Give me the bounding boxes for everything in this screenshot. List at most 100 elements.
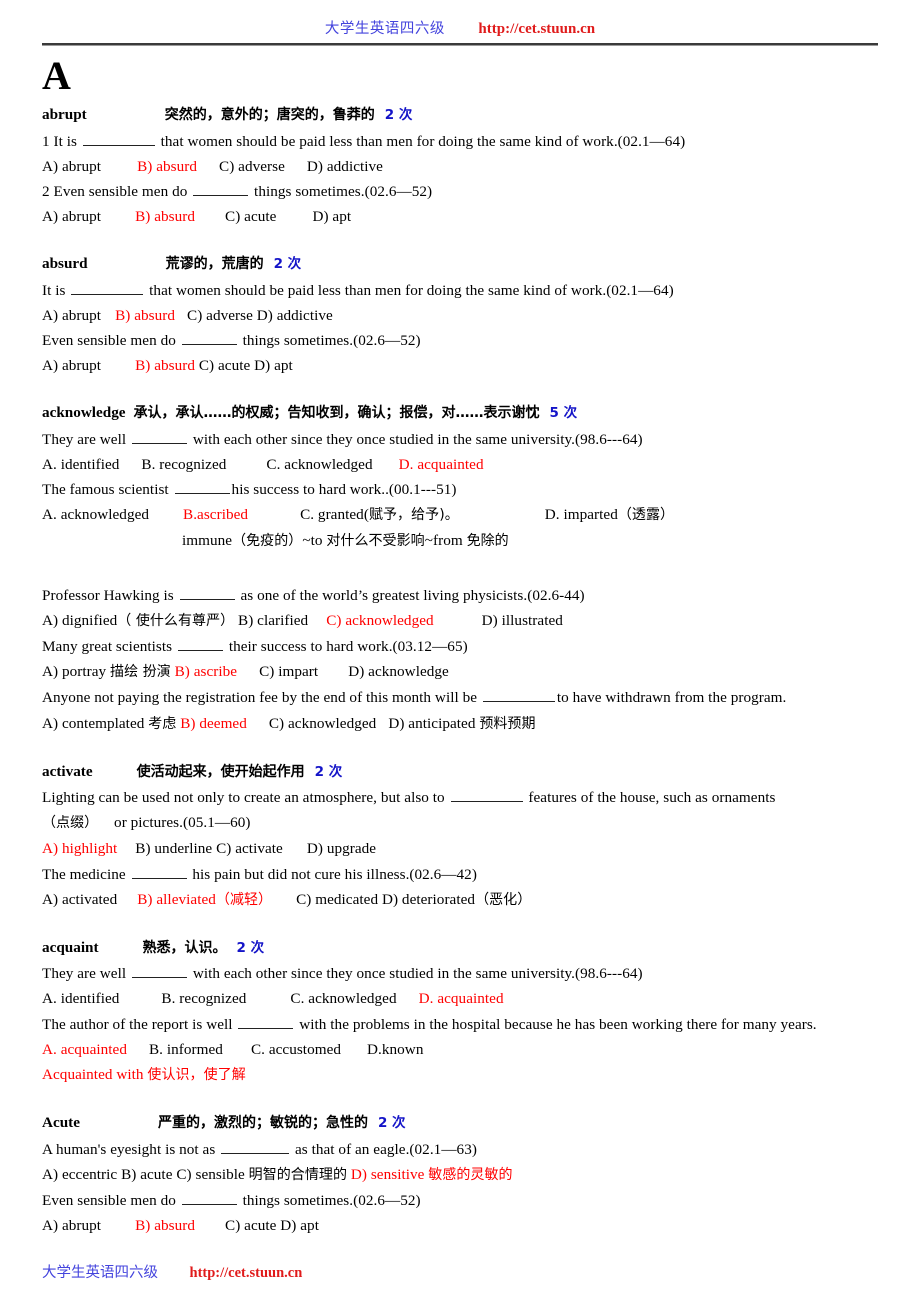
answer-key: A) highlight	[42, 840, 118, 858]
entry-headword: Acute	[42, 1114, 80, 1132]
text-run: as that of an eagle.(02.1—63)	[291, 1140, 477, 1158]
text-run: C) acknowledged	[268, 714, 377, 732]
entry-header: activate 使活动起来，使开始起作用 2 次	[42, 759, 878, 785]
text-run: C) acute D) apt	[195, 357, 293, 375]
question-line: The medicine his pain but did not cure h…	[42, 862, 878, 887]
text-run: C) acute	[225, 208, 277, 226]
question-line: A) highlight B) underline C) activate D) u…	[42, 836, 878, 861]
text-run: They are well	[42, 965, 130, 983]
entry-occurrence-count: 2 次	[314, 763, 343, 780]
text-run: to have withdrawn from the program.	[556, 689, 787, 707]
answer-key: B) alleviated	[137, 890, 216, 908]
entry-headword: absurd	[42, 255, 88, 273]
entry-gap	[42, 229, 878, 251]
question-line: A) abrupt B) absurd C) acute D) apt	[42, 1213, 878, 1238]
entry-header: absurd 荒谬的，荒唐的 2 次	[42, 251, 878, 277]
question-line: It is that women should be paid less tha…	[42, 278, 878, 303]
text-run: The medicine	[42, 865, 130, 883]
answer-key: B) absurd	[135, 357, 196, 375]
text-run: D) addictive	[306, 157, 383, 175]
chinese-note: （点缀）	[42, 815, 99, 832]
chinese-note-highlighted: 敏感的灵敏的	[428, 1166, 513, 1183]
question-line: A) abrupt B) absurd C) adverse D) addictive	[42, 154, 878, 179]
entry-headword: acknowledge	[42, 404, 126, 422]
text-run: D) acknowledge	[348, 663, 449, 681]
answer-key: A. acquainted	[42, 1040, 127, 1058]
document-page: 大学生英语四六级 http://cet.stuun.cn A abrupt 突然的…	[0, 0, 920, 1302]
entry-gap	[42, 1088, 878, 1110]
entry-gloss: 严重的，激烈的；敏锐的；急性的	[157, 1115, 368, 1132]
answer-blank	[174, 480, 230, 495]
entry-occurrence-count: 2 次	[273, 256, 302, 273]
text-run: C) activate	[212, 840, 283, 858]
chinese-note: （恶化）	[475, 891, 532, 908]
entry-inner-gap	[42, 555, 878, 583]
chinese-note-highlighted: （减轻）	[215, 891, 273, 908]
page-header: 大学生英语四六级 http://cet.stuun.cn	[42, 0, 878, 38]
text-run: B. recognized	[161, 990, 247, 1008]
header-divider	[42, 43, 878, 47]
question-line: Even sensible men do things sometimes.(0…	[42, 1188, 878, 1213]
chinese-note: 考虑	[148, 715, 177, 732]
question-line: A) abrupt B) absurd C) acute D) apt	[42, 204, 878, 229]
text-run: immune	[182, 532, 233, 550]
chinese-note: 免除的	[466, 533, 509, 550]
text-run: A. identified	[42, 990, 120, 1008]
text-run: A) abrupt	[42, 157, 102, 175]
text-run: They are well	[42, 430, 130, 448]
answer-key: B) absurd	[115, 306, 176, 324]
text-run: A) abrupt	[42, 357, 102, 375]
question-line: They are well with each other since they…	[42, 427, 878, 452]
entry-header: abrupt 突然的，意外的；唐突的，鲁莽的 2 次	[42, 102, 878, 128]
question-line: 1 It is that women should be paid less t…	[42, 129, 878, 154]
answer-key: B) deemed	[180, 714, 247, 732]
text-run: C. acknowledged	[290, 990, 397, 1008]
answer-blank	[131, 964, 187, 979]
text-run: D) illustrated	[481, 611, 563, 629]
question-line: A. identified B. recognized C. acknowledge…	[42, 986, 878, 1011]
text-run: B) underline	[135, 840, 213, 858]
text-run: A) abrupt	[42, 1217, 102, 1235]
text-run: It is	[42, 281, 70, 299]
text-run: Many great scientists	[42, 638, 176, 656]
entry-gap	[42, 737, 878, 759]
header-url[interactable]: http://cet.stuun.cn	[478, 21, 595, 37]
entry-gloss: 荒谬的，荒唐的	[165, 256, 264, 273]
chinese-note: 描绘 扮演	[110, 664, 171, 681]
chinese-note: 明智的合情理的	[248, 1166, 348, 1183]
text-run: that women should be paid less than men …	[145, 281, 674, 299]
question-line: A) abrupt B) absurd C) adverse D) addictiv…	[42, 303, 878, 328]
chinese-note: 预料预期	[479, 715, 536, 732]
answer-key: C) acknowledged	[326, 611, 434, 629]
text-run: C) adverse D) addictive	[187, 306, 333, 324]
question-line: A. acknowledged B.ascribed C. granted(赋予，给…	[42, 502, 878, 528]
text-run: Lighting can be used not only to create …	[42, 789, 449, 807]
answer-key: D. acquainted	[418, 990, 504, 1008]
question-line: Acquainted with 使认识，使了解	[42, 1062, 878, 1088]
text-run: D) upgrade	[306, 840, 377, 858]
text-run: B) clarified	[234, 611, 309, 629]
text-run: A) activated	[42, 890, 118, 908]
question-line: A) eccentric B) acute C) sensible 明智的合情理…	[42, 1162, 878, 1188]
answer-blank	[238, 1015, 294, 1029]
text-run: that women should be paid less than men …	[156, 132, 686, 150]
chinese-note: （ 使什么有尊严）	[117, 612, 235, 629]
text-run: their success to hard work.(03.12—65)	[224, 638, 468, 656]
letter-section-heading: A	[42, 53, 71, 99]
footer-url[interactable]: http://cet.stuun.cn	[190, 1265, 303, 1281]
question-line: The author of the report is well with th…	[42, 1012, 878, 1037]
text-run: his success to hard work..(00.1---51)	[231, 481, 457, 499]
answer-key: Acquainted with	[42, 1066, 148, 1084]
text-run: C) adverse	[219, 157, 285, 175]
chinese-note: 对什么不受影响	[326, 533, 425, 550]
dictionary-entry: activate 使活动起来，使开始起作用 2 次 Lighting can be u…	[42, 759, 878, 913]
answer-blank	[450, 788, 523, 803]
question-line: Lighting can be used not only to create …	[42, 785, 878, 810]
text-run: C) impart	[259, 663, 319, 681]
text-run: with the problems in the hospital becaus…	[295, 1015, 817, 1033]
question-line: 2 Even sensible men do things sometimes.…	[42, 179, 878, 204]
chinese-note: （免疫的）	[232, 533, 303, 550]
text-run: C) medicated	[296, 890, 379, 908]
dictionary-entry: abrupt 突然的，意外的；唐突的，鲁莽的 2 次 1 It is that wom…	[42, 102, 878, 229]
text-run: Professor Hawking is	[42, 586, 178, 604]
